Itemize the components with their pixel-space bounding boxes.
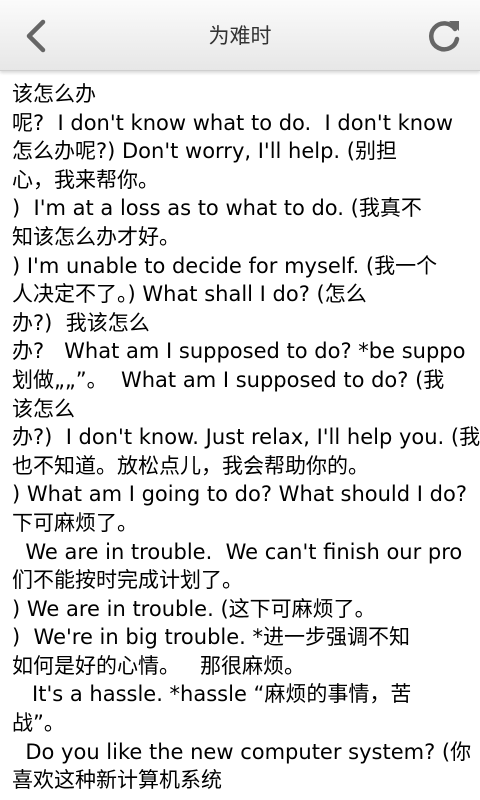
top-bar: 为难时 <box>0 0 480 71</box>
text-line: 怎么办呢?) Don't worry, I'll help. (别担 <box>12 139 397 164</box>
text-line: It's a hassle. *hassle “麻烦的事情，苦 <box>12 682 412 707</box>
text-line: ) We are in trouble. (这下可麻烦了。 <box>12 596 376 621</box>
text-line: 呢? I don't know what to do. I don't know <box>12 110 454 135</box>
text-line: ) We're in big trouble. *进一步强调不知 <box>12 625 411 650</box>
text-line: ) I'm unable to decide for myself. (我一个 <box>12 253 438 278</box>
content-area[interactable]: 该怎么办 呢? I don't know what to do. I don't… <box>12 80 480 800</box>
text-line: ) I'm at a loss as to what to do. (我真不 <box>12 196 422 221</box>
text-line: 该怎么办 <box>12 82 96 106</box>
text-line: 下可麻烦了。 <box>12 510 138 535</box>
text-line: 该怎么 <box>12 396 75 421</box>
text-line: 人决定不了。) What shall I do? (怎么 <box>12 282 367 307</box>
text-line: Do you like the new computer system? (你 <box>12 739 472 764</box>
text-line: 喜欢这种新计算机系统 <box>12 768 222 793</box>
text-line: 们不能按时完成计划了。 <box>12 568 243 593</box>
refresh-button[interactable] <box>422 14 466 58</box>
text-line: We are in trouble. We can't finish our p… <box>12 539 463 564</box>
text-line: 办?) I don't know. Just relax, I'll help … <box>12 425 480 450</box>
text-line: 也不知道。放松点儿，我会帮助你的。 <box>12 453 369 478</box>
text-line: 办?) 我该怎么 <box>12 310 150 335</box>
text-line: 知该怎么办才好。 <box>12 224 180 249</box>
page-title: 为难时 <box>208 24 272 48</box>
text-line: 战”。 <box>12 711 65 736</box>
text-line: 心，我来帮你。 <box>12 167 159 192</box>
text-line: 划做„„”。 What am I supposed to do? (我 <box>12 367 445 392</box>
text-line: 办? What am I supposed to do? *be suppo <box>12 339 466 364</box>
text-line: ) What am I going to do? What should I d… <box>12 482 467 507</box>
refresh-icon <box>429 21 460 52</box>
back-button[interactable] <box>14 14 58 58</box>
text-line: 如何是好的心情。 那很麻烦。 <box>12 653 306 678</box>
chevron-left-icon <box>26 19 46 53</box>
